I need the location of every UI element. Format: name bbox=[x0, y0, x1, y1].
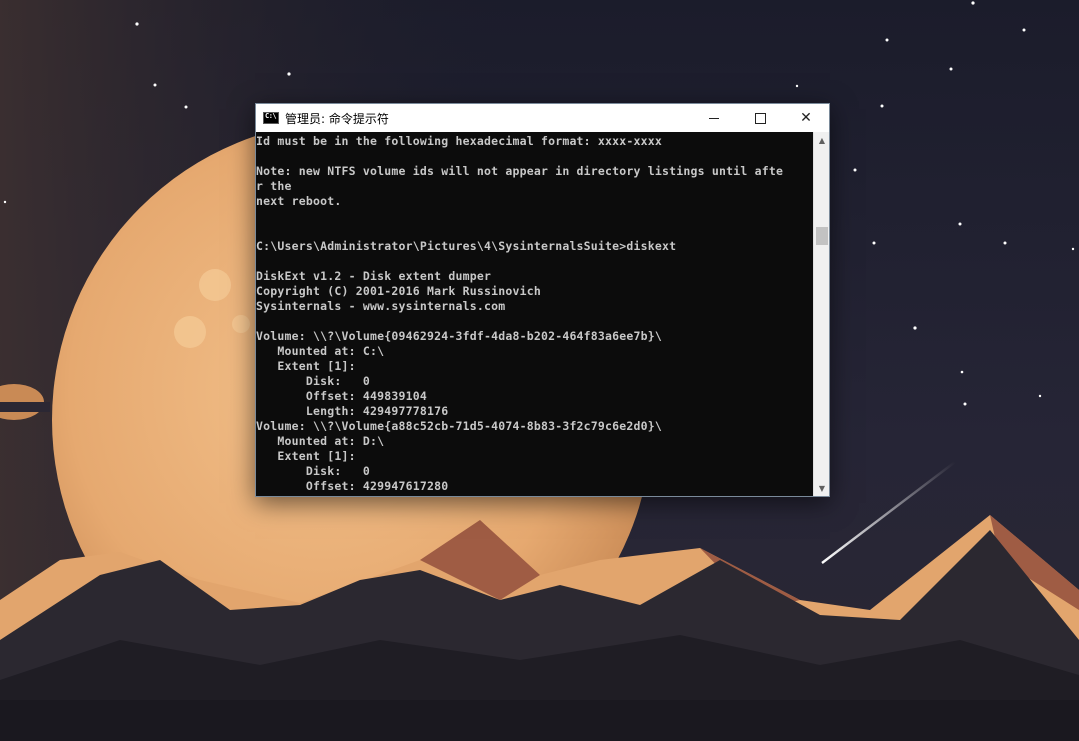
command-prompt-window[interactable]: C:\ 管理员: 命令提示符 ✕ Id must be in the follo… bbox=[255, 103, 830, 497]
console-line: Id must be in the following hexadecimal … bbox=[256, 134, 663, 148]
chevron-up-icon: ▲ bbox=[818, 135, 826, 145]
window-controls: ✕ bbox=[691, 104, 829, 132]
console-line: Offset: 449839104 bbox=[305, 389, 427, 403]
scroll-thumb[interactable] bbox=[816, 227, 828, 245]
console-line: Mounted at: D:\ bbox=[277, 434, 385, 448]
console-line: Copyright (C) 2001-2016 Mark Russinovich bbox=[256, 284, 541, 298]
minimize-icon bbox=[709, 117, 719, 119]
scroll-down-button[interactable]: ▼ bbox=[814, 480, 830, 496]
vertical-scrollbar[interactable]: ▲ ▼ bbox=[813, 132, 829, 496]
close-button[interactable]: ✕ bbox=[783, 104, 829, 132]
console-output-area[interactable]: Id must be in the following hexadecimal … bbox=[256, 132, 813, 496]
title-bar[interactable]: C:\ 管理员: 命令提示符 ✕ bbox=[256, 104, 829, 132]
cmd-app-icon[interactable]: C:\ bbox=[263, 112, 279, 124]
chevron-down-icon: ▼ bbox=[818, 483, 826, 493]
maximize-button[interactable] bbox=[737, 104, 783, 132]
window-title: 管理员: 命令提示符 bbox=[285, 111, 389, 126]
scroll-up-button[interactable]: ▲ bbox=[814, 132, 830, 148]
console-line: Disk: 0 bbox=[305, 464, 370, 478]
console-line: Sysinternals - www.sysinternals.com bbox=[256, 299, 506, 313]
console-line: Note: new NTFS volume ids will not appea… bbox=[256, 164, 784, 178]
console-line: Volume: \\?\Volume{09462924-3fdf-4da8-b2… bbox=[256, 329, 663, 343]
minimize-button[interactable] bbox=[691, 104, 737, 132]
console-line: Volume: \\?\Volume{a88c52cb-71d5-4074-8b… bbox=[256, 419, 663, 433]
console-line: Length: 429497778176 bbox=[305, 404, 449, 418]
console-line: Extent [1]: bbox=[277, 449, 356, 463]
console-line: Extent [1]: bbox=[277, 359, 356, 373]
close-icon: ✕ bbox=[800, 110, 812, 126]
console-line: DiskExt v1.2 - Disk extent dumper bbox=[256, 269, 492, 283]
console-line: r the bbox=[256, 179, 292, 193]
maximize-icon bbox=[754, 112, 766, 124]
console-line: Offset: 429947617280 bbox=[256, 479, 449, 493]
console-line: next reboot. bbox=[256, 194, 342, 208]
console-line: C:\Users\Administrator\Pictures\4\Sysint… bbox=[256, 239, 677, 253]
console-line: Mounted at: C:\ bbox=[277, 344, 385, 358]
console-text: Id must be in the following hexadecimal … bbox=[256, 132, 813, 494]
console-line: Disk: 0 bbox=[305, 374, 370, 388]
